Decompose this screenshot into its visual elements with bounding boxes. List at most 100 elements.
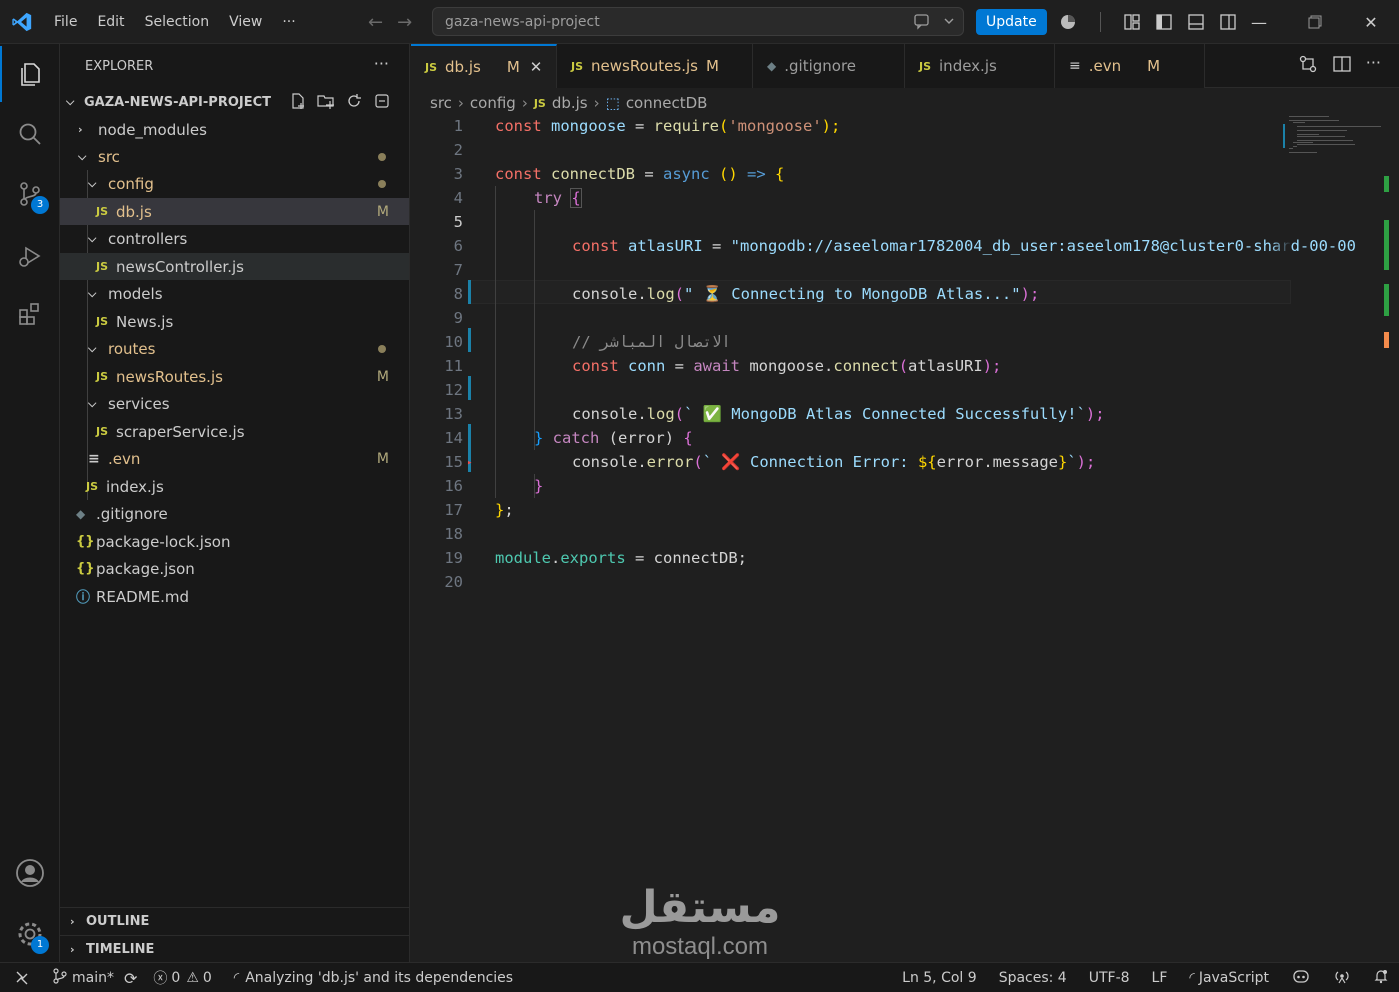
broadcast-icon[interactable] bbox=[1333, 968, 1351, 988]
tab-db-js[interactable]: JS db.js M ✕ bbox=[411, 44, 557, 88]
tree-folder-services[interactable]: ⌵ services bbox=[60, 390, 409, 417]
command-center-search[interactable]: gaza-news-api-project bbox=[432, 7, 964, 36]
outline-section[interactable]: › OUTLINE bbox=[60, 907, 409, 935]
tree-label: News.js bbox=[116, 312, 174, 331]
tab-evn[interactable]: ≡ .evn M bbox=[1055, 44, 1205, 88]
compare-changes-icon[interactable] bbox=[1298, 54, 1318, 78]
tree-folder-models[interactable]: ⌵ models bbox=[60, 280, 409, 307]
tree-label: newsRoutes.js bbox=[116, 367, 223, 386]
code-editor[interactable]: 1 2 3 4 5 6 7 8 9 10 11 12 13 14 15 16 17 18 19 20 const mo… bbox=[411, 114, 1356, 634]
tree-file-index-js[interactable]: JS index.js bbox=[60, 473, 409, 500]
tree-label: package.json bbox=[96, 559, 195, 578]
breadcrumb-src[interactable]: src bbox=[430, 94, 452, 112]
notifications-bell-icon[interactable] bbox=[1373, 968, 1389, 988]
tok: () bbox=[719, 165, 738, 183]
tree-file-package-json[interactable]: {} package.json bbox=[60, 555, 409, 582]
tree-file-readme-md[interactable]: ⓘ README.md bbox=[60, 583, 409, 610]
breadcrumb-config[interactable]: config bbox=[470, 94, 516, 112]
tree-folder-controllers[interactable]: ⌵ controllers bbox=[60, 225, 409, 252]
source-control-badge: 3 bbox=[31, 196, 49, 214]
minimize-icon[interactable]: — bbox=[1231, 0, 1287, 44]
chevron-right-icon: › bbox=[78, 123, 83, 136]
remote-indicator-icon[interactable] bbox=[0, 963, 44, 992]
copilot-icon[interactable] bbox=[1291, 968, 1311, 988]
branch-name[interactable]: main* bbox=[72, 970, 114, 986]
menu-view[interactable]: View bbox=[219, 0, 272, 44]
tree-file-newsroutes-js[interactable]: JS newsRoutes.js M bbox=[60, 363, 409, 390]
encoding[interactable]: UTF-8 bbox=[1089, 970, 1130, 986]
chevron-down-icon: ⌵ bbox=[78, 149, 87, 163]
accounts-icon[interactable] bbox=[0, 845, 60, 901]
settings-gear-icon[interactable]: 1 bbox=[0, 906, 60, 962]
restore-icon[interactable] bbox=[1287, 0, 1343, 44]
tok: = bbox=[625, 117, 654, 135]
breadcrumb-symbol[interactable]: connectDB bbox=[626, 94, 708, 112]
tab-gitignore[interactable]: ◆ .gitignore bbox=[753, 44, 905, 88]
menu-file[interactable]: File bbox=[44, 0, 87, 44]
split-editor-icon[interactable] bbox=[1332, 54, 1352, 78]
timeline-section[interactable]: › TIMELINE bbox=[60, 935, 409, 963]
end-of-line[interactable]: LF bbox=[1152, 970, 1168, 986]
tok: ${ bbox=[917, 453, 937, 471]
tree-folder-node-modules[interactable]: › node_modules bbox=[60, 116, 409, 143]
accounts-pie-icon[interactable] bbox=[1052, 0, 1084, 44]
warning-icon[interactable]: ⚠ bbox=[186, 970, 199, 986]
cursor-position[interactable]: Ln 5, Col 9 bbox=[902, 970, 977, 986]
new-file-icon[interactable] bbox=[289, 92, 307, 114]
language-mode[interactable]: ◜ JavaScript bbox=[1189, 970, 1269, 986]
tree-folder-routes[interactable]: ⌵ routes bbox=[60, 335, 409, 362]
tab-index-js[interactable]: JS index.js bbox=[905, 44, 1055, 88]
forward-arrow-icon[interactable]: → bbox=[397, 12, 412, 33]
chevron-down-icon: ⌵ bbox=[88, 231, 97, 245]
refresh-icon[interactable] bbox=[345, 92, 363, 114]
collapse-all-icon[interactable] bbox=[373, 92, 391, 114]
language-label: JavaScript bbox=[1198, 970, 1269, 986]
tree-file-package-lock-json[interactable]: {} package-lock.json bbox=[60, 528, 409, 555]
tree-folder-src[interactable]: ⌵ src bbox=[60, 143, 409, 170]
warning-count[interactable]: 0 bbox=[203, 970, 212, 986]
error-count[interactable]: 0 bbox=[171, 970, 180, 986]
tree-label: config bbox=[108, 174, 154, 193]
close-tab-icon[interactable]: ✕ bbox=[530, 58, 543, 76]
run-debug-icon[interactable] bbox=[0, 228, 60, 284]
chevron-down-icon[interactable] bbox=[943, 12, 955, 34]
chat-icon[interactable] bbox=[913, 12, 931, 34]
symbol-cube-icon: ⬚ bbox=[605, 94, 620, 112]
back-arrow-icon[interactable]: ← bbox=[368, 12, 383, 33]
tree-folder-config[interactable]: ⌵ config bbox=[60, 170, 409, 197]
tok: } bbox=[1057, 453, 1068, 471]
toggle-primary-sidebar-icon[interactable] bbox=[1148, 0, 1180, 44]
js-file-icon: JS bbox=[96, 205, 109, 218]
sync-icon[interactable]: ⟳ bbox=[124, 969, 137, 988]
project-root[interactable]: ⌵ GAZA-NEWS-API-PROJECT bbox=[60, 88, 409, 116]
new-folder-icon[interactable] bbox=[317, 92, 335, 114]
menu-selection[interactable]: Selection bbox=[135, 0, 220, 44]
tree-file-scraperservice-js[interactable]: JS scraperService.js bbox=[60, 418, 409, 445]
minimap[interactable] bbox=[1283, 114, 1389, 204]
menu-more[interactable]: ··· bbox=[272, 0, 305, 44]
indentation[interactable]: Spaces: 4 bbox=[999, 970, 1067, 986]
tree-file-newscontroller-js[interactable]: JS newsController.js bbox=[60, 253, 409, 280]
tree-file-evn[interactable]: ≡ .evn M bbox=[60, 445, 409, 472]
menu-edit[interactable]: Edit bbox=[87, 0, 134, 44]
tree-file-gitignore[interactable]: ◆ .gitignore bbox=[60, 500, 409, 527]
tree-file-news-js[interactable]: JS News.js bbox=[60, 308, 409, 335]
tree-file-db-js[interactable]: JS db.js M bbox=[60, 198, 409, 225]
chevron-down-icon: ⌵ bbox=[88, 286, 97, 300]
breadcrumb-file[interactable]: db.js bbox=[552, 94, 588, 112]
source-control-icon[interactable]: 3 bbox=[0, 166, 60, 222]
error-icon[interactable]: ⓧ bbox=[153, 968, 167, 988]
tok: require bbox=[653, 117, 719, 135]
toggle-panel-icon[interactable] bbox=[1180, 0, 1212, 44]
update-button[interactable]: Update bbox=[976, 9, 1047, 35]
code-line-1: const mongoose = require('mongoose'); bbox=[411, 114, 1291, 138]
customize-layout-icon[interactable] bbox=[1116, 0, 1148, 44]
search-icon[interactable] bbox=[0, 106, 60, 162]
more-actions-icon[interactable]: ··· bbox=[1366, 54, 1381, 78]
explorer-more-icon[interactable]: ··· bbox=[374, 54, 389, 73]
tab-newsroutes-js[interactable]: JS newsRoutes.js M bbox=[557, 44, 753, 88]
extensions-icon[interactable] bbox=[0, 286, 60, 342]
explorer-icon[interactable] bbox=[0, 46, 60, 102]
close-icon[interactable]: ✕ bbox=[1343, 0, 1399, 44]
modified-dot bbox=[378, 344, 386, 353]
